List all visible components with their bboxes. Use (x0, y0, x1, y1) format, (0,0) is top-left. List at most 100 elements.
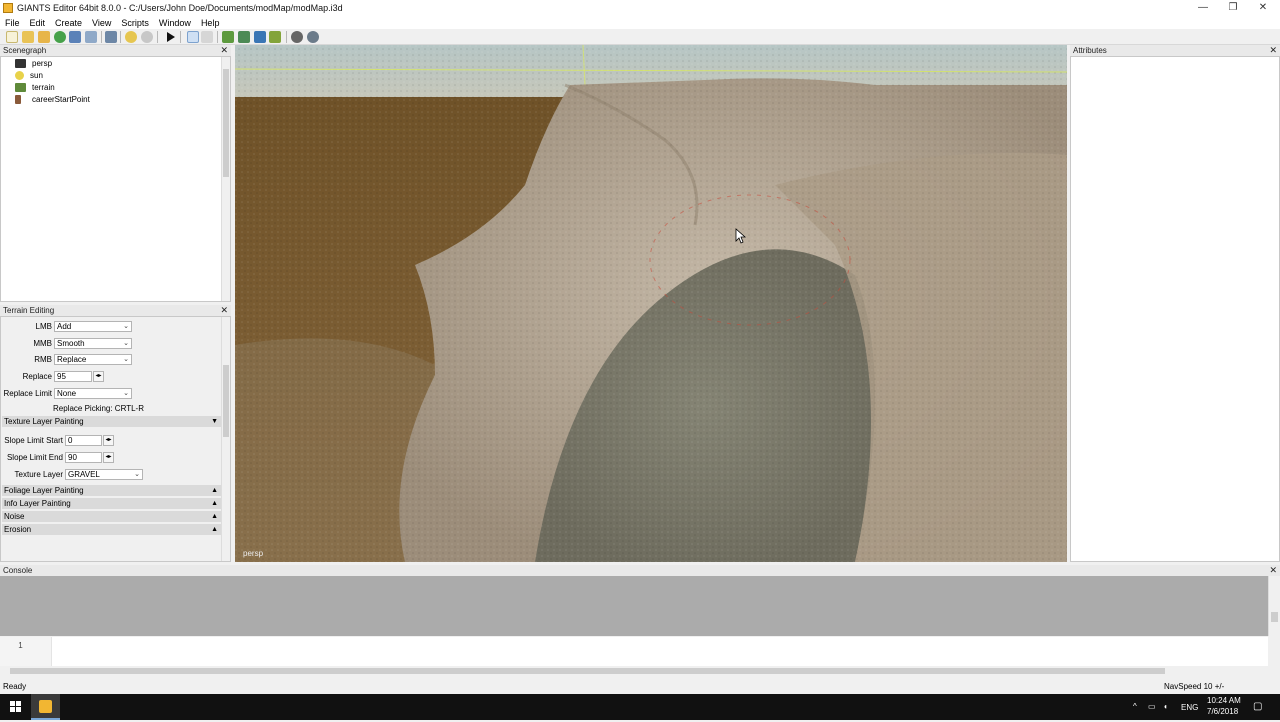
open-icon[interactable] (22, 31, 34, 43)
section-noise[interactable]: Noise ▲ (2, 511, 221, 522)
attributes-close-icon[interactable]: ✕ (1269, 45, 1277, 56)
light-bulb-icon (15, 70, 24, 80)
scroll-thumb[interactable] (223, 69, 229, 177)
terrain-editing-panel: LMB Add ⌄ MMB Smooth ⌄ RMB Replace ⌄ Replac… (0, 316, 231, 562)
section-texture-layer-painting[interactable]: Texture Layer Painting ▼ (2, 416, 221, 427)
menu-create[interactable]: Create (50, 18, 87, 28)
toolbar-separator (120, 31, 121, 43)
section-info-layer-painting[interactable]: Info Layer Painting ▲ (2, 498, 221, 509)
replace-stepper-icon[interactable]: ◂▸ (93, 371, 104, 382)
tray-chevron-up-icon[interactable]: ^ (1133, 702, 1137, 711)
volume-icon[interactable]: ◖ (1163, 702, 1168, 711)
language-indicator[interactable]: ENG (1181, 703, 1198, 712)
section-foliage-layer-painting[interactable]: Foliage Layer Painting ▲ (2, 485, 221, 496)
mmb-select[interactable]: Smooth ⌄ (54, 338, 132, 349)
import-icon[interactable] (85, 31, 97, 43)
slope-start-input[interactable]: 0 (65, 435, 102, 446)
lmb-value: Add (57, 322, 72, 331)
triangle-down-icon: ▼ (211, 418, 218, 425)
transform-group-icon (15, 94, 21, 104)
scenegraph-title: Scenegraph (3, 46, 47, 55)
redo-icon[interactable] (141, 31, 153, 43)
slope-end-stepper-icon[interactable]: ◂▸ (103, 452, 114, 463)
taskbar-app-giants-editor[interactable] (31, 694, 60, 720)
network-icon[interactable]: ▭ (1148, 702, 1156, 711)
terrain-editing-close-icon[interactable]: ✕ (220, 305, 228, 316)
viewport-3d[interactable]: persp (235, 45, 1067, 562)
copy-icon[interactable] (105, 31, 117, 43)
save-icon[interactable] (38, 31, 50, 43)
status-text: Ready (3, 682, 27, 691)
toolbar-separator (217, 31, 218, 43)
tree-item-careerstartpoint[interactable]: careerStartPoint (15, 93, 90, 105)
triangle-up-icon: ▲ (211, 487, 218, 494)
giants-editor-icon (39, 700, 52, 713)
console-panel: Console ✕ 1 (0, 565, 1280, 680)
select-icon[interactable] (187, 31, 199, 43)
texture-layer-select[interactable]: GRAVEL ⌄ (65, 469, 143, 480)
export-icon[interactable] (69, 31, 81, 43)
clock-date[interactable]: 7/6/2018 (1207, 707, 1238, 716)
scenegraph-header: Scenegraph ✕ (0, 45, 231, 56)
replace-label: Replace (22, 372, 52, 381)
camera-icon (15, 58, 26, 68)
undo-icon[interactable] (125, 31, 137, 43)
new-icon[interactable] (6, 31, 18, 43)
menu-view[interactable]: View (87, 18, 116, 28)
console-scrollbar[interactable] (1268, 576, 1280, 636)
replace-input[interactable]: 95 (54, 371, 92, 382)
close-window-button[interactable]: ✕ (1248, 0, 1278, 16)
menu-bar: File Edit Create View Scripts Window Hel… (0, 16, 1280, 29)
settings-icon[interactable] (291, 31, 303, 43)
menu-scripts[interactable]: Scripts (116, 18, 154, 28)
terrain-editing-scrollbar[interactable] (221, 317, 230, 561)
status-bar: Ready NavSpeed 10 +/- (0, 680, 1280, 694)
minimize-button[interactable]: — (1188, 0, 1218, 16)
move-icon[interactable] (201, 31, 213, 43)
start-button[interactable] (0, 694, 31, 720)
slope-start-label: Slope Limit Start (4, 436, 63, 445)
menu-window[interactable]: Window (154, 18, 196, 28)
scenegraph-close-icon[interactable]: ✕ (220, 45, 228, 56)
rmb-label: RMB (34, 355, 52, 364)
scenegraph-panel: persp sun terrain careerStartPoint (0, 56, 231, 302)
lmb-select[interactable]: Add ⌄ (54, 321, 132, 332)
foliage-paint-icon[interactable] (254, 31, 266, 43)
console-header: Console ✕ (0, 565, 1280, 576)
triangle-up-icon: ▲ (211, 500, 218, 507)
chevron-down-icon: ⌄ (134, 471, 140, 478)
scenegraph-scrollbar[interactable] (221, 57, 230, 301)
section-erosion[interactable]: Erosion ▲ (2, 524, 221, 535)
tree-item-label: persp (32, 58, 53, 68)
console-close-icon[interactable]: ✕ (1269, 565, 1277, 576)
tree-item-terrain[interactable]: terrain (15, 81, 55, 93)
rmb-value: Replace (57, 355, 87, 364)
notifications-icon[interactable]: ▢ (1253, 701, 1262, 712)
replace-limit-select[interactable]: None ⌄ (54, 388, 132, 399)
chevron-down-icon: ⌄ (123, 323, 129, 330)
settings-alt-icon[interactable] (307, 31, 319, 43)
texture-layer-label: Texture Layer (14, 470, 63, 479)
rmb-select[interactable]: Replace ⌄ (54, 354, 132, 365)
menu-file[interactable]: File (0, 18, 25, 28)
terrain-sculpt-icon[interactable] (222, 31, 234, 43)
attributes-header: Attributes ✕ (1070, 45, 1280, 56)
terrain-paint-icon[interactable] (238, 31, 250, 43)
clock-time[interactable]: 10:24 AM (1207, 696, 1241, 705)
nav-speed: NavSpeed 10 +/- (1164, 682, 1225, 691)
play-icon[interactable] (164, 31, 176, 43)
slope-start-stepper-icon[interactable]: ◂▸ (103, 435, 114, 446)
tree-paint-icon[interactable] (269, 31, 281, 43)
slope-end-label: Slope Limit End (6, 453, 63, 462)
tree-item-sun[interactable]: sun (15, 69, 43, 81)
menu-help[interactable]: Help (196, 18, 225, 28)
scroll-thumb[interactable] (1271, 612, 1278, 622)
tree-item-persp[interactable]: persp (15, 57, 52, 69)
reload-icon[interactable] (54, 31, 66, 43)
scroll-thumb[interactable] (10, 668, 1165, 674)
console-hscrollbar[interactable] (0, 666, 1280, 676)
scroll-thumb[interactable] (223, 365, 229, 437)
menu-edit[interactable]: Edit (25, 18, 51, 28)
slope-end-input[interactable]: 90 (65, 452, 102, 463)
maximize-button[interactable]: ❐ (1218, 0, 1248, 16)
